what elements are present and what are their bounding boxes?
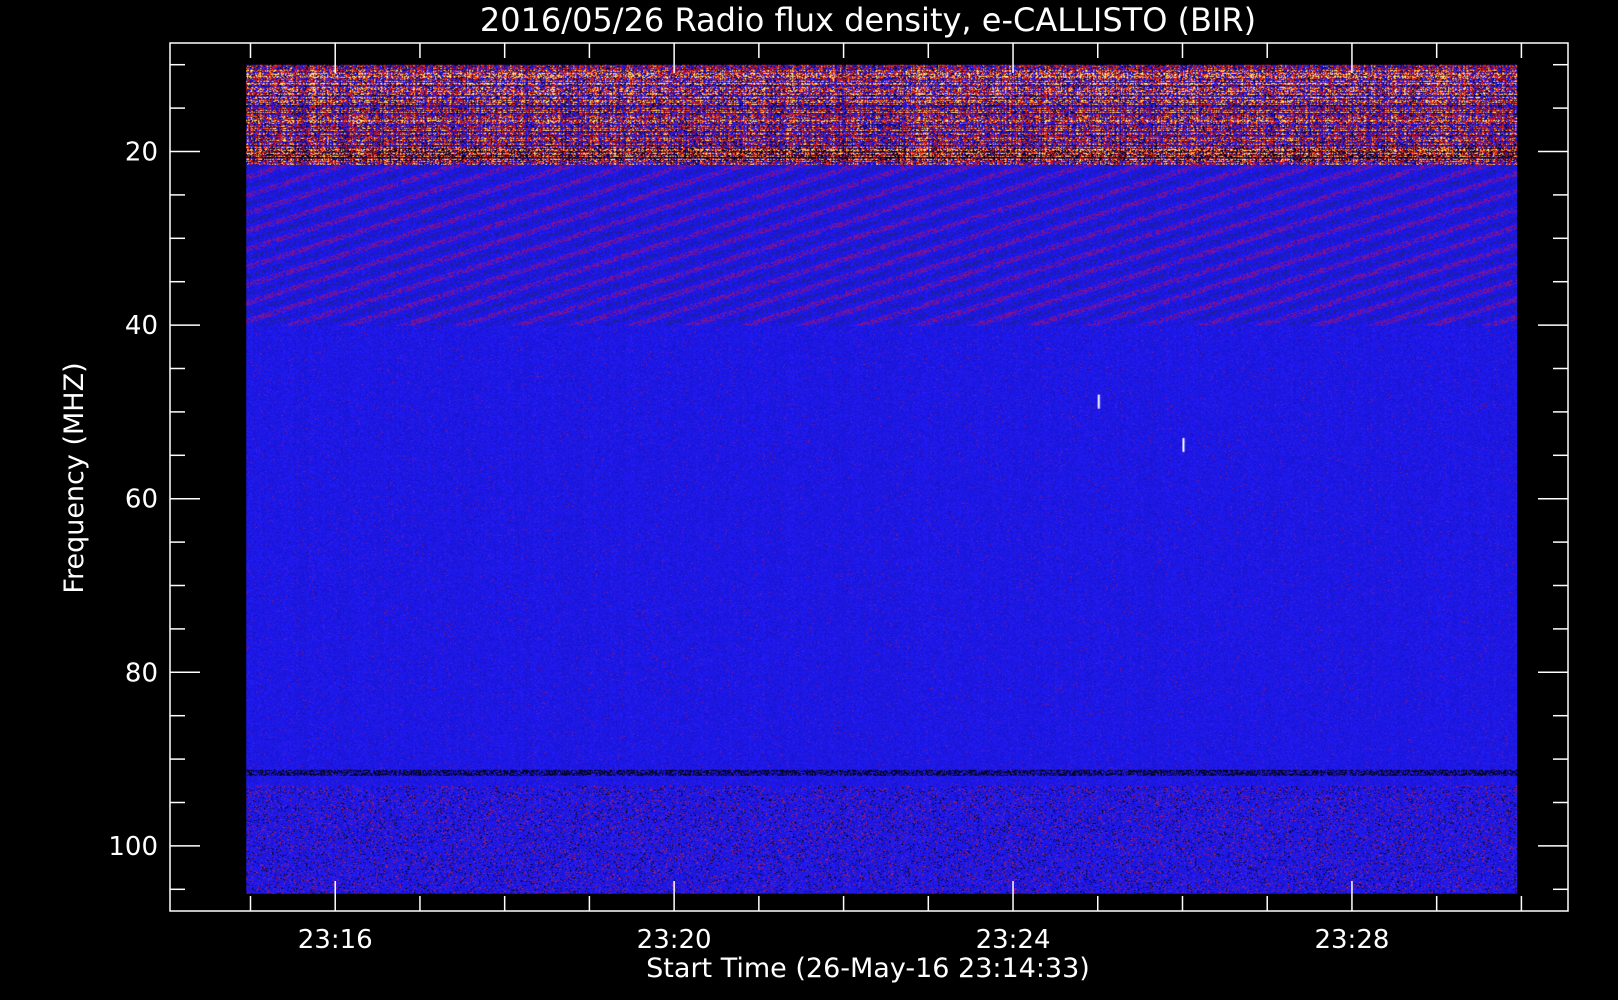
x-tick-label: 23:20 (637, 925, 712, 955)
y-tick-label: 20 (125, 138, 158, 168)
spectrogram-chart: 2016/05/26 Radio flux density, e-CALLIST… (0, 0, 1618, 1000)
y-tick-label: 60 (125, 485, 158, 515)
plot-area (246, 64, 1518, 894)
x-axis-label: Start Time (26-May-16 23:14:33) (646, 953, 1090, 984)
chart-title: 2016/05/26 Radio flux density, e-CALLIST… (480, 1, 1256, 39)
x-tick-label: 23:28 (1314, 925, 1389, 955)
x-tick-label: 23:16 (298, 925, 373, 955)
spectrogram-image (246, 64, 1518, 894)
y-axis-label: Frequency (MHZ) (59, 362, 90, 593)
y-tick-label: 40 (125, 311, 158, 341)
y-tick-label: 100 (108, 832, 158, 862)
y-tick-label: 80 (125, 658, 158, 688)
x-tick-label: 23:24 (976, 925, 1051, 955)
